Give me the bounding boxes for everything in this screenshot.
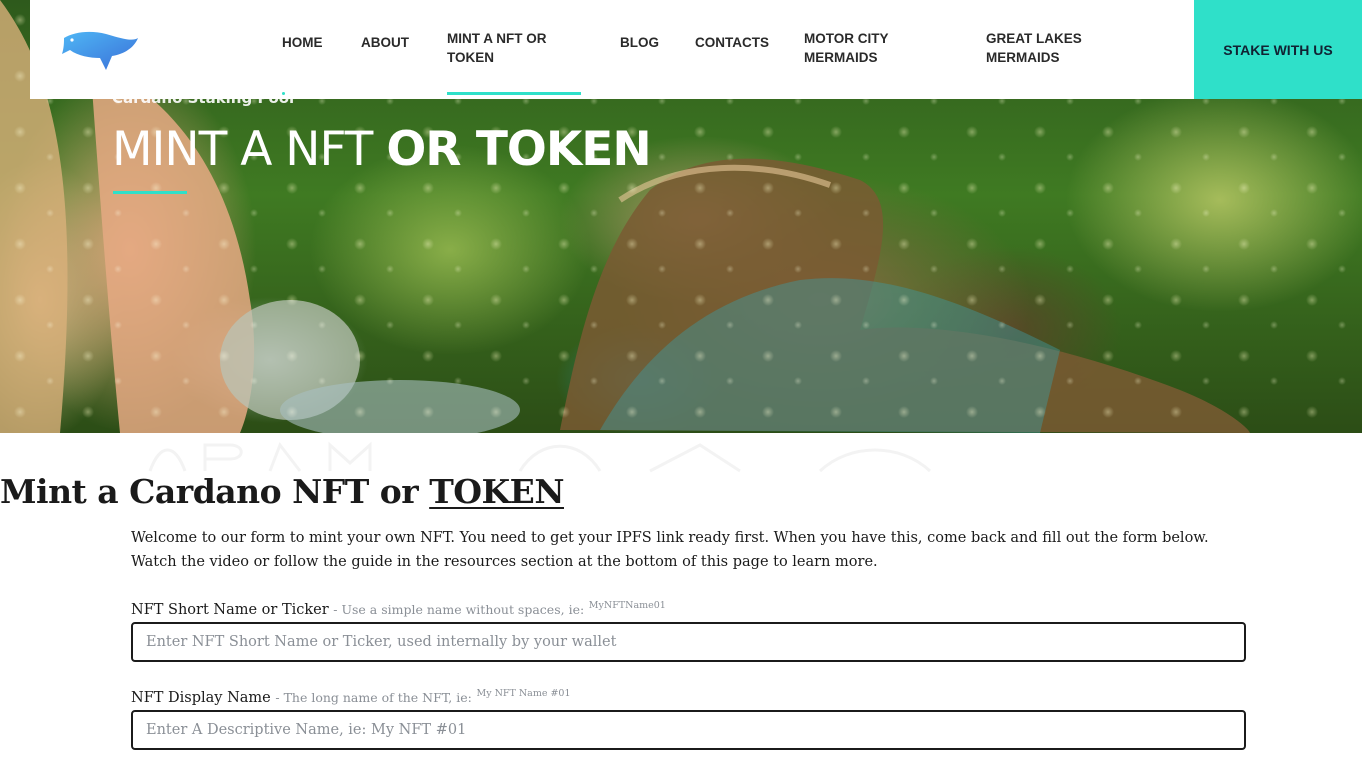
nav-home-indicator bbox=[282, 92, 285, 95]
short-name-hint-text: Use a simple name without spaces, ie: bbox=[341, 601, 585, 617]
hero-title: MINT A NFT OR TOKEN bbox=[112, 122, 652, 177]
nav-motor-city-label-2: MERMAIDS bbox=[804, 50, 878, 65]
display-name-label: NFT Display Name - The long name of the … bbox=[131, 688, 571, 706]
display-name-label-text: NFT Display Name bbox=[131, 689, 271, 706]
nav-great-lakes-label-2: MERMAIDS bbox=[986, 50, 1060, 65]
nav-blog[interactable]: BLOG bbox=[620, 33, 659, 52]
intro-paragraph: Welcome to our form to mint your own NFT… bbox=[131, 530, 1209, 570]
nav-blog-label: BLOG bbox=[620, 35, 659, 50]
nav-motor-city-mermaids[interactable]: MOTOR CITY MERMAIDS bbox=[804, 29, 889, 67]
nav-great-lakes-mermaids[interactable]: GREAT LAKES MERMAIDS bbox=[986, 29, 1082, 67]
short-name-example: MyNFTName01 bbox=[588, 600, 666, 611]
nav-about-label: ABOUT bbox=[361, 35, 409, 50]
page-title: Mint a Cardano NFT or TOKEN bbox=[0, 472, 564, 511]
nav-mint-label-2: TOKEN bbox=[447, 50, 495, 65]
short-name-hint: - Use a simple name without spaces, ie: bbox=[333, 601, 585, 617]
turtle-logo-icon[interactable] bbox=[60, 24, 140, 74]
nav-contacts-label: CONTACTS bbox=[695, 35, 769, 50]
nav-mint-label-1: MINT A NFT OR bbox=[447, 31, 547, 46]
display-name-example: My NFT Name #01 bbox=[476, 688, 571, 699]
site-header: HOME ABOUT MINT A NFT OR TOKEN BLOG CONT… bbox=[30, 0, 1194, 99]
hero-title-bold: OR TOKEN bbox=[386, 122, 651, 177]
hero-title-light: MINT A NFT bbox=[112, 122, 373, 177]
nav-contacts[interactable]: CONTACTS bbox=[695, 33, 769, 52]
nav-home-label: HOME bbox=[282, 35, 323, 50]
token-link[interactable]: TOKEN bbox=[429, 472, 564, 511]
nav-motor-city-label-1: MOTOR CITY bbox=[804, 31, 889, 46]
nav-active-indicator bbox=[447, 92, 581, 95]
short-name-label-text: NFT Short Name or Ticker bbox=[131, 601, 329, 618]
page-title-text: Mint a Cardano NFT or bbox=[0, 472, 419, 511]
short-name-input[interactable] bbox=[131, 622, 1246, 662]
nav-mint[interactable]: MINT A NFT OR TOKEN bbox=[447, 29, 546, 67]
display-name-input[interactable] bbox=[131, 710, 1246, 750]
stake-with-us-button[interactable]: STAKE WITH US bbox=[1194, 0, 1362, 99]
nav-home[interactable]: HOME bbox=[282, 33, 323, 52]
hero-title-underline bbox=[113, 191, 187, 194]
nav-great-lakes-label-1: GREAT LAKES bbox=[986, 31, 1082, 46]
background-watermark bbox=[148, 441, 932, 473]
nav-about[interactable]: ABOUT bbox=[361, 33, 409, 52]
display-name-hint-text: The long name of the NFT, ie: bbox=[283, 689, 472, 705]
short-name-label: NFT Short Name or Ticker - Use a simple … bbox=[131, 600, 666, 618]
display-name-hint: - The long name of the NFT, ie: bbox=[275, 689, 472, 705]
